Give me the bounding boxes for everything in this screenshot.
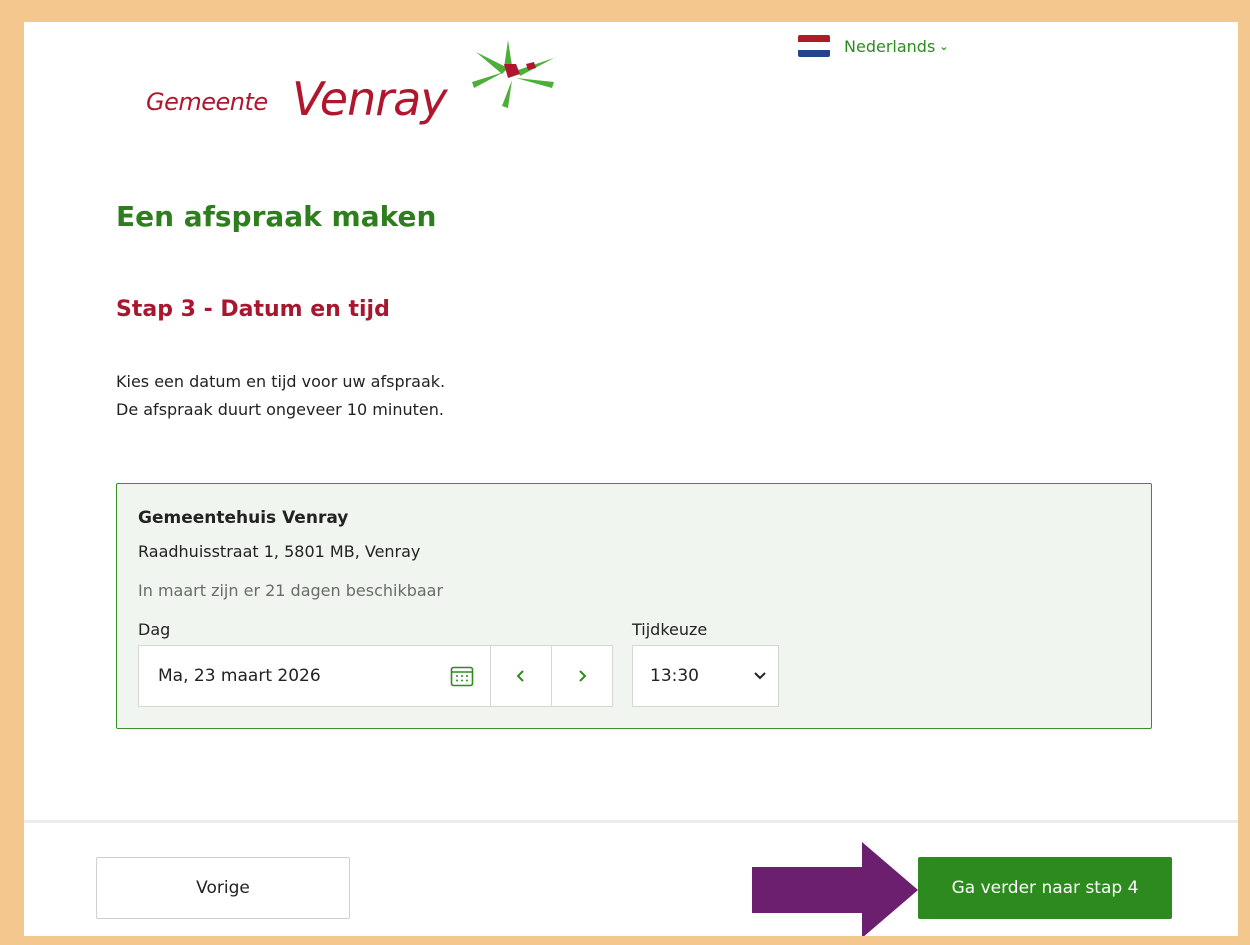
time-select[interactable]: 13:30	[632, 645, 779, 707]
previous-button[interactable]: Vorige	[96, 857, 350, 919]
date-value: Ma, 23 maart 2026	[158, 666, 321, 686]
intro-line-2: De afspraak duurt ongeveer 10 minuten.	[116, 400, 444, 419]
language-label: Nederlands	[844, 36, 936, 56]
step-title: Stap 3 - Datum en tijd	[116, 297, 390, 322]
chevron-down-icon	[754, 672, 766, 680]
time-label: Tijdkeuze	[632, 620, 708, 639]
gemeente-venray-logo[interactable]: Gemeente Venray	[142, 36, 562, 146]
previous-day-button[interactable]	[490, 645, 552, 707]
day-label: Dag	[138, 620, 171, 639]
netherlands-flag-icon	[798, 35, 830, 57]
intro-line-1: Kies een datum en tijd voor uw afspraak.	[116, 372, 446, 391]
intro-text: Kies een datum en tijd voor uw afspraak.…	[116, 368, 445, 424]
chevron-down-icon: ⌄	[939, 39, 949, 53]
logo-name: Venray	[292, 72, 448, 126]
language-selector[interactable]: Nederlands ⌄	[798, 35, 949, 57]
date-picker-field[interactable]: Ma, 23 maart 2026	[138, 645, 491, 707]
availability-text: In maart zijn er 21 dagen beschikbaar	[138, 581, 444, 600]
chevron-right-icon	[579, 670, 587, 682]
next-step-button[interactable]: Ga verder naar stap 4	[918, 857, 1172, 919]
appointment-page: Gemeente Venray Nederlands ⌄ Een afspraak…	[24, 22, 1238, 936]
next-day-button[interactable]	[551, 645, 613, 707]
footer-bar: Vorige Ga verder naar stap 4	[24, 820, 1238, 936]
location-address: Raadhuisstraat 1, 5801 MB, Venray	[138, 542, 421, 561]
page-title: Een afspraak maken	[116, 200, 437, 233]
annotation-arrow-icon	[752, 842, 918, 936]
chevron-left-icon	[516, 670, 524, 682]
logo-star-icon	[472, 40, 554, 108]
location-card: Gemeentehuis Venray Raadhuisstraat 1, 58…	[116, 483, 1152, 729]
logo-prefix: Gemeente	[146, 88, 268, 116]
calendar-icon[interactable]	[450, 665, 474, 687]
time-value: 13:30	[650, 666, 699, 686]
location-name: Gemeentehuis Venray	[138, 508, 349, 528]
